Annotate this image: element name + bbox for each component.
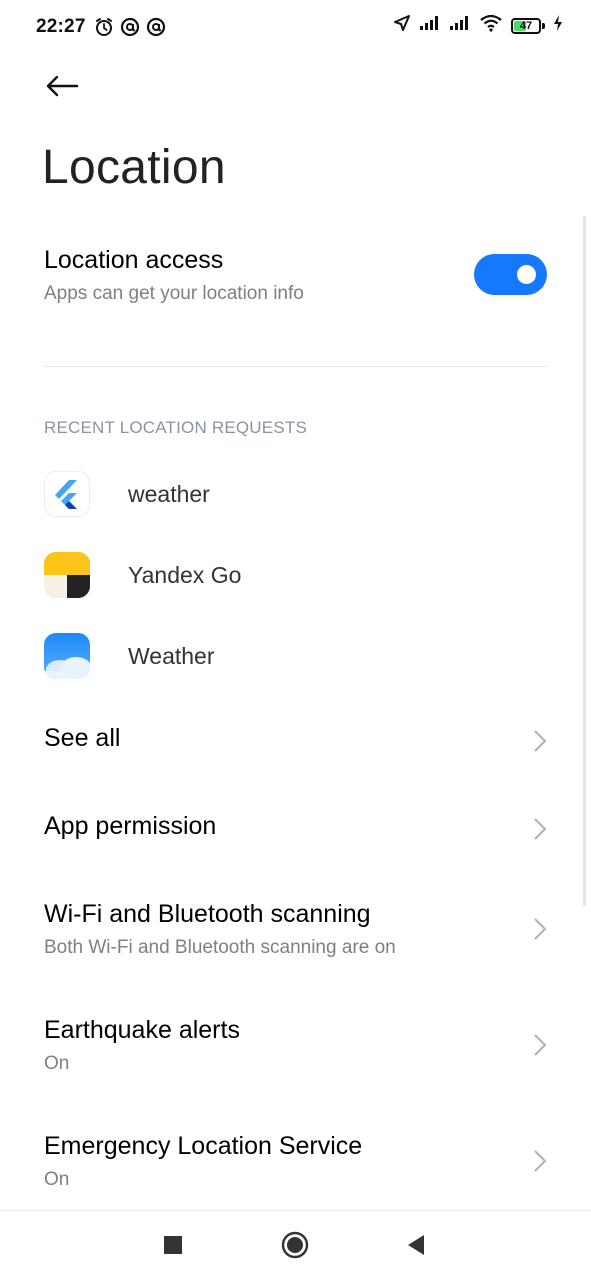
- app-row-weather-app[interactable]: Weather: [44, 628, 547, 684]
- emergency-location-service-status: On: [44, 1169, 70, 1190]
- flutter-icon: [44, 471, 90, 517]
- alarm-icon: [94, 17, 114, 42]
- weather-app-icon: [44, 633, 90, 679]
- app-label: Yandex Go: [128, 561, 242, 588]
- earthquake-alerts-label: Earthquake alerts: [44, 1016, 240, 1044]
- home-circle-icon: [281, 1231, 309, 1264]
- system-nav-bar: [0, 1210, 591, 1281]
- scrollbar[interactable]: [583, 216, 586, 906]
- status-right-icons: 47: [393, 14, 563, 37]
- location-arrow-icon: [393, 14, 411, 37]
- app-permission-row[interactable]: App permission: [44, 812, 547, 848]
- divider: [44, 366, 547, 367]
- see-all-row[interactable]: See all: [44, 724, 547, 760]
- signal-icon: [449, 15, 471, 36]
- app-label: weather: [128, 480, 210, 507]
- home-button[interactable]: [279, 1231, 311, 1263]
- emergency-location-service-row[interactable]: Emergency Location Service On: [44, 1132, 547, 1196]
- wifi-bluetooth-scanning-label: Wi-Fi and Bluetooth scanning: [44, 900, 371, 928]
- app-row-yandex-go[interactable]: Yandex Go: [44, 547, 547, 603]
- recents-button[interactable]: [157, 1231, 189, 1263]
- location-access-toggle[interactable]: [474, 254, 547, 295]
- earthquake-alerts-row[interactable]: Earthquake alerts On: [44, 1016, 547, 1080]
- chevron-right-icon: [533, 1149, 547, 1173]
- wifi-icon: [479, 14, 503, 37]
- see-all-label: See all: [44, 724, 121, 752]
- status-time: 22:27: [36, 16, 86, 37]
- chevron-right-icon: [533, 917, 547, 941]
- recents-square-icon: [164, 1235, 182, 1259]
- page-title: Location: [42, 141, 226, 194]
- back-triangle-icon: [406, 1234, 426, 1261]
- battery-icon: 47: [511, 17, 545, 34]
- earthquake-alerts-status: On: [44, 1053, 70, 1074]
- wifi-bluetooth-scanning-row[interactable]: Wi-Fi and Bluetooth scanning Both Wi-Fi …: [44, 900, 547, 964]
- location-access-title: Location access: [44, 246, 224, 274]
- recent-requests-header: RECENT LOCATION REQUESTS: [44, 418, 307, 437]
- app-row-weather[interactable]: weather: [44, 466, 547, 522]
- chevron-right-icon: [533, 1033, 547, 1057]
- yandex-go-icon: [44, 552, 90, 598]
- wifi-bluetooth-scanning-subtitle: Both Wi-Fi and Bluetooth scanning are on: [44, 937, 396, 958]
- location-access-row[interactable]: Location access Apps can get your locati…: [44, 246, 547, 316]
- emergency-location-service-label: Emergency Location Service: [44, 1132, 363, 1160]
- vpn-at-icon: [120, 17, 140, 42]
- status-left-icons: [94, 17, 166, 42]
- location-access-subtitle: Apps can get your location info: [44, 283, 304, 304]
- signal-icon: [419, 15, 441, 36]
- vpn-at-icon: [146, 17, 166, 42]
- back-nav-button[interactable]: [400, 1231, 432, 1263]
- arrow-left-icon: [44, 74, 80, 103]
- chevron-right-icon: [533, 729, 547, 753]
- status-bar: 22:27 47: [0, 0, 591, 56]
- back-button[interactable]: [40, 68, 84, 108]
- app-permission-label: App permission: [44, 812, 217, 840]
- chevron-right-icon: [533, 817, 547, 841]
- charging-icon: [553, 14, 563, 37]
- toggle-knob: [517, 265, 536, 284]
- battery-level: 47: [519, 19, 533, 32]
- app-label: Weather: [128, 642, 215, 669]
